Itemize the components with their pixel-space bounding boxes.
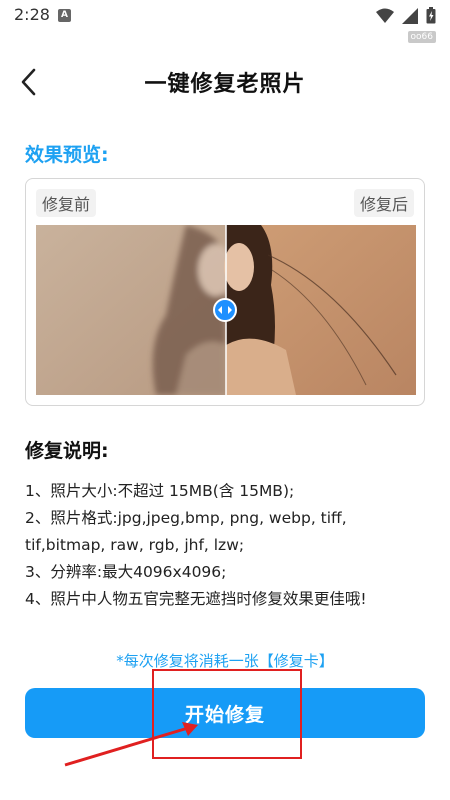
description-section-title: 修复说明: [25,440,109,462]
arrow-annotation-icon [64,722,198,767]
battery-icon [426,7,436,28]
signal-icon [402,7,418,28]
description-list: 1、照片大小:不超过 15MB(含 15MB); 2、照片格式:jpg,jpeg… [25,478,425,613]
description-item: tif,bitmap, raw, rgb, jhf, lzw; [25,536,245,554]
before-label: 修复前 [36,189,97,217]
page-title: 一键修复老照片 [144,72,306,97]
comparison-image[interactable] [36,225,416,395]
status-icons [376,7,436,28]
header: 一键修复老照片 [0,50,450,114]
app-notification-icon: A [58,9,71,22]
wifi-icon [376,8,394,28]
compare-slider-handle[interactable] [213,298,237,322]
status-bar: 2:28 A oo66 [0,0,450,43]
preview-card: 修复前 修复后 [25,178,425,406]
left-right-arrows-icon [218,306,232,314]
preview-section-title: 效果预览: [25,144,109,166]
description-item: 1、照片大小:不超过 15MB(含 15MB); [25,482,295,500]
description-item: 2、照片格式:jpg,jpeg,bmp, png, webp, tiff, [25,509,347,527]
after-label: 修复后 [353,189,414,217]
description-item: 3、分辨率:最大4096x4096; [25,563,227,581]
repair-card-notice: *每次修复将消耗一张【修复卡】 [116,652,334,670]
status-tag: oo66 [407,31,436,43]
description-item: 4、照片中人物五官完整无遮挡时修复效果更佳哦! [25,590,367,608]
status-time: 2:28 [14,5,50,24]
